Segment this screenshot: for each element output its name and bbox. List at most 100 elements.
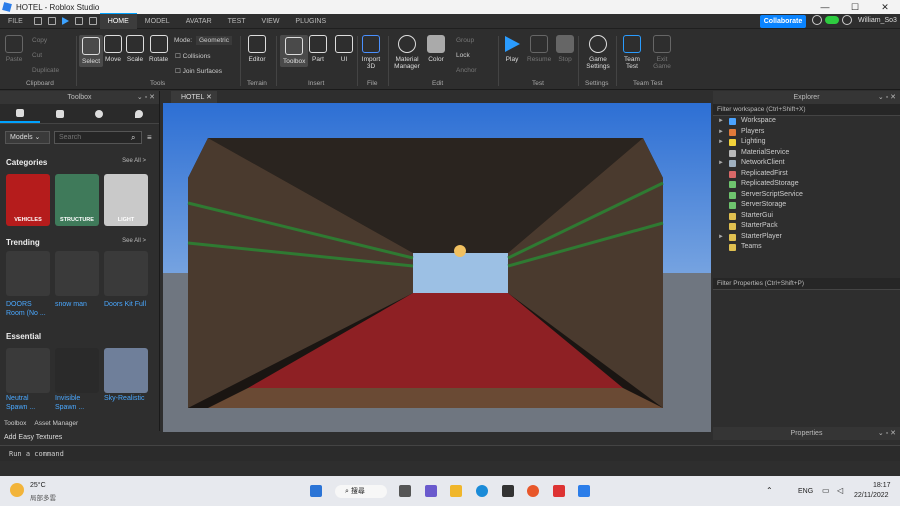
- essential-item-label[interactable]: Sky-Realistic: [104, 394, 154, 403]
- tab-plugins[interactable]: PLUGINS: [287, 14, 334, 29]
- resume-button[interactable]: Resume: [527, 35, 551, 63]
- publish-icon[interactable]: [47, 17, 56, 25]
- explorer-item[interactable]: StarterPack: [713, 221, 900, 232]
- chevron-up-icon[interactable]: ⌃: [766, 486, 773, 495]
- tab-asset-manager[interactable]: Asset Manager: [34, 420, 78, 430]
- tab-creations[interactable]: [119, 104, 159, 123]
- explorer-item[interactable]: ServerScriptService: [713, 190, 900, 201]
- rotate-button[interactable]: Rotate: [149, 35, 168, 63]
- duplicate-button[interactable]: Duplicate: [32, 67, 59, 74]
- quick-play-icon[interactable]: [61, 17, 69, 25]
- network-icon[interactable]: ▭: [822, 486, 830, 495]
- select-button[interactable]: Select: [79, 35, 104, 67]
- explorer-item[interactable]: ► Players: [713, 127, 900, 138]
- anchor-button[interactable]: Anchor: [456, 67, 477, 74]
- taskbar-search[interactable]: ⌕ 搜尋: [335, 485, 387, 498]
- close-button[interactable]: ✕: [870, 0, 900, 14]
- explorer-item[interactable]: ► StarterPlayer: [713, 232, 900, 243]
- tab-avatar[interactable]: AVATAR: [178, 14, 220, 29]
- exit-game-button[interactable]: Exit Game: [650, 35, 674, 70]
- undo-icon[interactable]: [88, 17, 97, 25]
- explorer-item[interactable]: ► Workspace: [713, 116, 900, 127]
- save-icon[interactable]: [33, 17, 42, 25]
- maximize-button[interactable]: ☐: [840, 0, 870, 14]
- trending-item-label[interactable]: snow man: [55, 300, 99, 309]
- trending-item-label[interactable]: DOORS Room (No ...: [6, 300, 50, 318]
- status-toggle-icon[interactable]: [825, 16, 839, 24]
- tab-inventory[interactable]: [40, 104, 80, 123]
- user-name[interactable]: William_So3: [858, 17, 897, 24]
- tab-toolbox[interactable]: Toolbox: [4, 420, 26, 430]
- team-test-button[interactable]: Team Test: [620, 35, 644, 70]
- trending-see-all-link[interactable]: See All >: [122, 238, 146, 244]
- copy-button[interactable]: Copy: [32, 37, 47, 44]
- app-icon[interactable]: [502, 485, 514, 497]
- trending-item-label[interactable]: Doors Kit Full: [104, 300, 154, 309]
- explorer-item[interactable]: ► Lighting: [713, 137, 900, 148]
- trending-item-thumb[interactable]: [104, 251, 148, 296]
- tab-home[interactable]: HOME: [99, 13, 137, 29]
- category-vehicles[interactable]: VEHICLES: [6, 174, 50, 226]
- toolbox-button[interactable]: Toolbox: [280, 35, 309, 67]
- join-surfaces-checkbox[interactable]: ☐ Join Surfaces: [175, 67, 222, 75]
- move-button[interactable]: Move: [104, 35, 122, 63]
- collaborate-button[interactable]: Collaborate: [760, 15, 806, 28]
- essential-item-label[interactable]: Invisible Spawn ...: [55, 394, 99, 412]
- minimize-button[interactable]: —: [810, 0, 840, 14]
- clock-time[interactable]: 18:17: [873, 482, 891, 489]
- weather-temp[interactable]: 25°C: [30, 482, 46, 489]
- plugin-label[interactable]: Add Easy Textures: [0, 432, 160, 443]
- color-button[interactable]: Color: [427, 35, 445, 63]
- chat-icon[interactable]: [425, 485, 437, 497]
- material-manager-button[interactable]: Material Manager: [392, 35, 422, 70]
- stop-button[interactable]: Stop: [556, 35, 574, 63]
- expand-arrow-icon[interactable]: ►: [718, 158, 724, 169]
- tab-view[interactable]: VIEW: [254, 14, 288, 29]
- tab-test[interactable]: TEST: [220, 14, 254, 29]
- essential-item-thumb[interactable]: [6, 348, 50, 393]
- explorer-item[interactable]: ReplicatedFirst: [713, 169, 900, 180]
- roblox-studio-taskbar-icon[interactable]: [578, 485, 590, 497]
- cut-button[interactable]: Cut: [32, 52, 42, 59]
- search-icon[interactable]: ⌕: [131, 133, 135, 143]
- expand-arrow-icon[interactable]: ►: [718, 116, 724, 127]
- essential-item-label[interactable]: Neutral Spawn ...: [6, 394, 50, 412]
- firefox-icon[interactable]: [527, 485, 539, 497]
- category-dropdown[interactable]: Models ⌄: [5, 131, 50, 144]
- scale-button[interactable]: Scale: [126, 35, 144, 63]
- close-icon[interactable]: ⌄ ▫ ✕: [878, 427, 896, 440]
- explorer-item[interactable]: ► NetworkClient: [713, 158, 900, 169]
- start-icon[interactable]: [310, 485, 322, 497]
- tab-model[interactable]: MODEL: [137, 14, 178, 29]
- mode-dropdown[interactable]: Geometric: [196, 36, 232, 45]
- ui-button[interactable]: UI: [335, 35, 353, 63]
- edge-icon[interactable]: [476, 485, 488, 497]
- task-view-icon[interactable]: [399, 485, 411, 497]
- help-icon[interactable]: [812, 15, 822, 25]
- volume-icon[interactable]: ◁: [837, 486, 843, 495]
- explorer-item[interactable]: StarterGui: [713, 211, 900, 222]
- trending-item-thumb[interactable]: [55, 251, 99, 296]
- game-settings-button[interactable]: Game Settings: [584, 35, 612, 70]
- essential-item-thumb[interactable]: [104, 348, 148, 393]
- tab-recent[interactable]: [80, 104, 120, 123]
- import-3d-button[interactable]: Import 3D: [360, 35, 382, 70]
- command-bar[interactable]: Run a command: [0, 445, 900, 461]
- part-button[interactable]: Part: [309, 35, 327, 63]
- expand-arrow-icon[interactable]: ►: [718, 137, 724, 148]
- category-structure[interactable]: STRUCTURE: [55, 174, 99, 226]
- explorer-filter-input[interactable]: Filter workspace (Ctrl+Shift+X): [713, 104, 900, 116]
- categories-see-all-link[interactable]: See All >: [122, 158, 146, 164]
- expand-arrow-icon[interactable]: ►: [718, 232, 724, 243]
- close-icon[interactable]: ⌄ ▫ ✕: [137, 91, 155, 104]
- app-icon[interactable]: [553, 485, 565, 497]
- essential-item-thumb[interactable]: [55, 348, 99, 393]
- filter-icon[interactable]: ≡: [147, 133, 152, 142]
- expand-arrow-icon[interactable]: ►: [718, 127, 724, 138]
- lock-button[interactable]: Lock: [456, 52, 470, 59]
- 3d-viewport[interactable]: [163, 103, 711, 432]
- collisions-checkbox[interactable]: ☐ Collisions: [175, 52, 210, 60]
- play-button[interactable]: Play: [503, 35, 521, 63]
- tab-marketplace[interactable]: [0, 104, 40, 123]
- trending-item-thumb[interactable]: [6, 251, 50, 296]
